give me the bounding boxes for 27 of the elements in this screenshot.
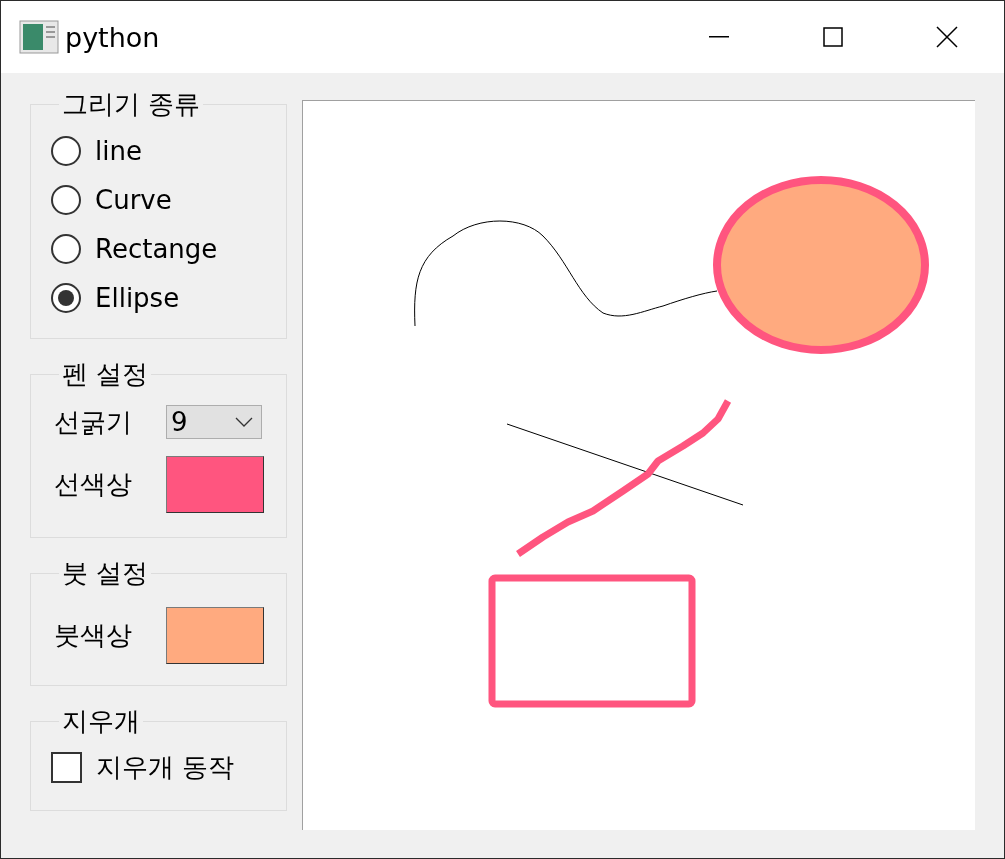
checkbox[interactable]: [51, 752, 82, 783]
radio-button[interactable]: [51, 282, 81, 313]
chevron-down-icon: [235, 417, 253, 427]
radio-label[interactable]: Curve: [95, 184, 172, 215]
radio-button[interactable]: [51, 233, 81, 264]
field-label: 선색상: [53, 467, 133, 501]
close-icon: [936, 26, 958, 48]
drawing-canvas[interactable]: [302, 100, 975, 830]
checkbox-label[interactable]: 지우개 동작: [96, 750, 235, 785]
group-title: 지우개: [61, 705, 141, 738]
app-icon: [19, 20, 59, 54]
maximize-icon: [823, 27, 843, 47]
window-title: python: [65, 21, 160, 53]
radio-label[interactable]: Ellipse: [95, 282, 180, 313]
dropdown[interactable]: 9: [166, 405, 262, 439]
radio-button[interactable]: [51, 135, 81, 166]
group-title: 그리기 종류: [61, 88, 202, 121]
field-label: 선굵기: [53, 405, 133, 439]
radio-label[interactable]: Rectange: [95, 233, 218, 264]
color-swatch[interactable]: [166, 606, 264, 664]
minimize-icon: [709, 36, 729, 38]
color-swatch[interactable]: [166, 455, 264, 513]
radio-button[interactable]: [51, 184, 81, 215]
group-title: 붓 설정: [61, 557, 150, 590]
group-title: 펜 설정: [61, 358, 150, 391]
radio-label[interactable]: line: [95, 135, 142, 166]
field-label: 붓색상: [53, 618, 133, 652]
